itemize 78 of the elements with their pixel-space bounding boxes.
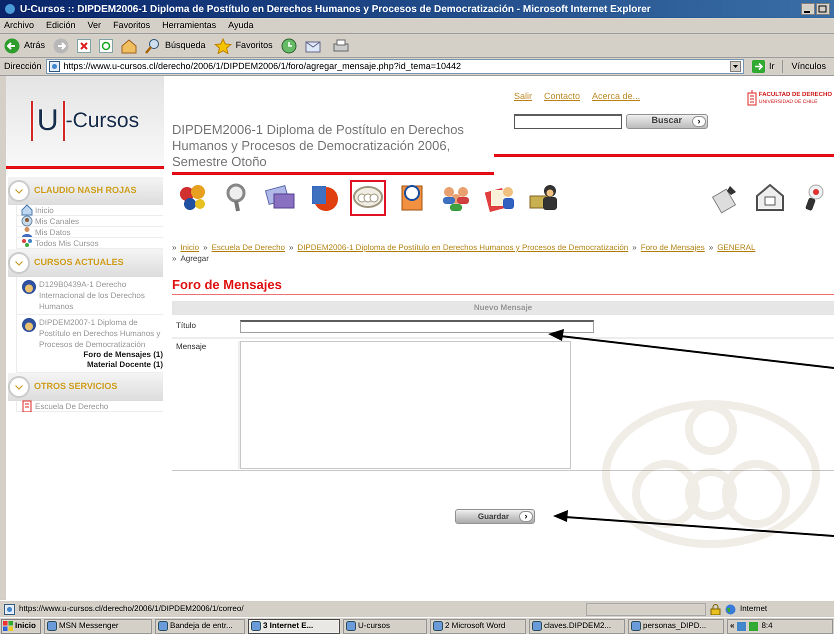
go-button[interactable]: Ir <box>748 60 778 74</box>
star-icon <box>214 38 232 54</box>
taskbar-button[interactable]: MSN Messenger <box>44 618 152 634</box>
app-icon <box>158 621 168 631</box>
avatar-icon <box>21 317 37 333</box>
app-icon <box>251 621 261 631</box>
tray-expand-button[interactable]: « <box>730 620 734 632</box>
breadcrumb-separator: » <box>708 242 714 253</box>
logo-text: -Cursos <box>66 108 140 134</box>
logo-letter: U <box>30 101 65 141</box>
breadcrumb-separator: » <box>288 242 294 253</box>
menu-item[interactable]: Ver <box>88 18 102 32</box>
sidebar-sublink[interactable]: Foro de Mensajes (1) <box>83 350 163 360</box>
favorites-button[interactable]: Favoritos <box>214 38 273 54</box>
breadcrumb-separator: » <box>172 242 176 253</box>
avatar-icon <box>21 279 37 295</box>
app-icon <box>346 621 356 631</box>
links-button[interactable]: Vínculos <box>782 60 830 74</box>
stop-icon[interactable] <box>77 38 92 52</box>
status-url: https://www.u-cursos.cl/derecho/2006/1/DIPDEM2006/1/correo/ <box>19 603 245 615</box>
app-icon <box>532 621 542 631</box>
home-icon[interactable] <box>121 38 138 54</box>
people-icon <box>21 237 33 249</box>
menu-item[interactable]: Edición <box>46 18 76 32</box>
taskbar-button[interactable]: 2 Microsoft Word <box>430 618 526 634</box>
clock: 8:4 <box>761 620 773 632</box>
person-icon <box>21 215 33 227</box>
section-header: OTROS SERVICIOS <box>8 373 163 401</box>
house-icon <box>754 182 786 214</box>
search-field[interactable] <box>514 114 622 128</box>
taskbar-button[interactable]: Bandeja de entr... <box>155 618 245 634</box>
breadcrumb-separator: » <box>632 242 637 253</box>
app-icon <box>433 621 443 631</box>
magnifier-icon <box>145 38 162 54</box>
taskbar-button[interactable]: claves.DIPDEM2... <box>529 618 625 634</box>
page-heading: Foro de Mensajes <box>172 276 834 295</box>
menu-item[interactable]: Ayuda <box>228 18 254 32</box>
crest-icon <box>746 90 757 106</box>
field-label: Título <box>175 320 198 332</box>
breadcrumb-separator: » <box>203 242 208 253</box>
globe-icon <box>725 604 736 614</box>
breadcrumb-current: Agregar <box>180 253 209 264</box>
dropdown-icon <box>730 61 741 72</box>
section-header: CLAUDIO NASH ROJAS <box>8 177 163 205</box>
person-icon <box>21 226 33 238</box>
course-title: DIPDEM2006-1 Diploma de Postítulo en Derechos Humanos y Procesos de Democratización 2006, Semestre Otoño <box>172 122 465 170</box>
address-label: Dirección <box>4 60 42 73</box>
menu-item[interactable]: Favoritos <box>113 18 150 32</box>
window-title: U-Cursos :: DIPDEM2006-1 Diploma de Postítulo en Derechos Humanos y Procesos de Democratización - Microsoft Internet Explorer <box>20 2 652 16</box>
search-button[interactable]: Buscar › <box>626 114 708 128</box>
windows-logo-icon <box>3 621 13 631</box>
start-button[interactable]: Inicio <box>1 618 41 634</box>
zone-label: Internet <box>740 603 768 615</box>
section-header: CURSOS ACTUALES <box>8 249 163 277</box>
address-field[interactable]: https://www.u-cursos.cl/derecho/2006/1/DIPDEM2006/1/foro/agregar_mensaje.php?id_tema=10442 <box>46 59 744 74</box>
form-header: Nuevo Mensaje <box>172 301 834 315</box>
title-input[interactable] <box>240 320 594 332</box>
menu-item[interactable]: Herramientas <box>162 18 216 32</box>
search-button[interactable]: Búsqueda <box>145 38 206 54</box>
go-arrow-icon <box>752 60 765 73</box>
refresh-icon[interactable] <box>99 38 114 52</box>
history-icon[interactable] <box>280 38 297 54</box>
sidebar-sublink[interactable]: Material Docente (1) <box>86 360 163 370</box>
lock-icon <box>710 604 721 614</box>
page-icon <box>48 61 60 72</box>
back-button[interactable]: Atrás <box>4 38 46 54</box>
restore-icon[interactable] <box>816 3 830 15</box>
taskbar-button[interactable]: U-cursos <box>343 618 427 634</box>
save-button[interactable]: Guardar › <box>455 509 535 524</box>
page-icon <box>4 604 15 614</box>
taskbar-button[interactable]: personas_DIPD... <box>628 618 724 634</box>
taskbar-button[interactable]: 3 Internet E... <box>248 618 340 634</box>
breadcrumb-separator: » <box>172 253 176 264</box>
minimize-icon[interactable] <box>801 3 815 15</box>
app-icon <box>47 621 57 631</box>
menu-item[interactable]: Archivo <box>4 18 34 32</box>
printer-icon[interactable] <box>332 38 349 54</box>
app-icon <box>631 621 641 631</box>
